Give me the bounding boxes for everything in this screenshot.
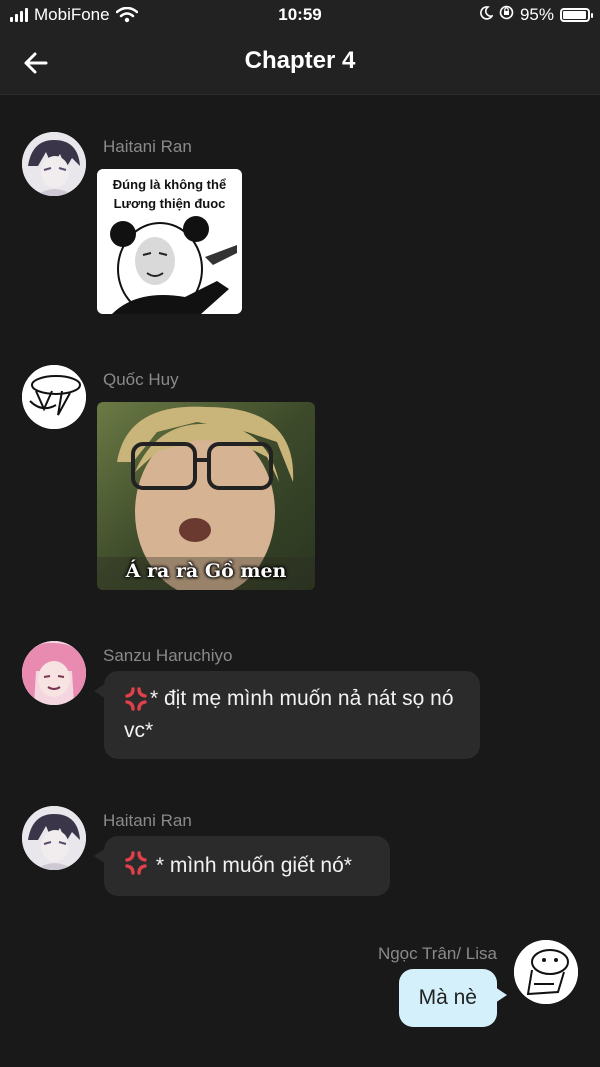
sticker-image[interactable]: Đúng là không thể Lương thiện đuoc xyxy=(97,169,242,314)
status-right: 95% xyxy=(479,5,593,25)
nav-header: Chapter 4 xyxy=(0,30,600,95)
meme-caption: Á ra rà Gồ men xyxy=(125,560,287,582)
panda-meme-icon xyxy=(110,216,237,314)
avatar[interactable] xyxy=(22,132,86,196)
avatar[interactable] xyxy=(22,806,86,870)
chat-thread[interactable]: Haitani Ran Đúng là không thể Lương thiệ… xyxy=(0,95,600,1067)
sender-name: Haitani Ran xyxy=(103,137,192,156)
avatar[interactable] xyxy=(22,641,86,705)
sender-name: Ngọc Trân/ Lisa xyxy=(377,944,497,963)
message-bubble[interactable]: * địt mẹ mình muốn nả nát sọ nó vc* xyxy=(94,671,480,759)
bubble-tail xyxy=(94,683,106,699)
anger-symbol-icon xyxy=(125,687,147,711)
avatar[interactable] xyxy=(514,940,578,1004)
meme-image[interactable]: Á ra rà Gồ men xyxy=(97,402,315,590)
moon-icon xyxy=(479,5,494,25)
sender-name: Haitani Ran xyxy=(103,811,192,830)
message-text: * mình muốn giết nó* xyxy=(155,854,352,877)
battery-percent: 95% xyxy=(519,5,554,24)
page-title: Chapter 4 xyxy=(244,47,356,74)
anger-symbol-icon xyxy=(125,851,147,875)
sender-name: Sanzu Haruchiyo xyxy=(103,646,233,665)
avatar[interactable] xyxy=(22,365,86,429)
bubble-tail xyxy=(94,848,106,864)
message-bubble[interactable]: Mà nè xyxy=(398,969,507,1027)
message-text: Mà nè xyxy=(418,986,477,1009)
sender-name: Quốc Huy xyxy=(103,370,179,389)
rotation-lock-icon xyxy=(499,5,514,25)
message-text: * địt mẹ mình muốn nả nát sọ nó vc* xyxy=(124,687,454,742)
status-bar: MobiFone 10:59 95% xyxy=(0,0,600,30)
bubble-tail xyxy=(495,987,507,1003)
battery-icon xyxy=(560,8,593,22)
message-bubble[interactable]: * mình muốn giết nó* xyxy=(94,836,390,896)
